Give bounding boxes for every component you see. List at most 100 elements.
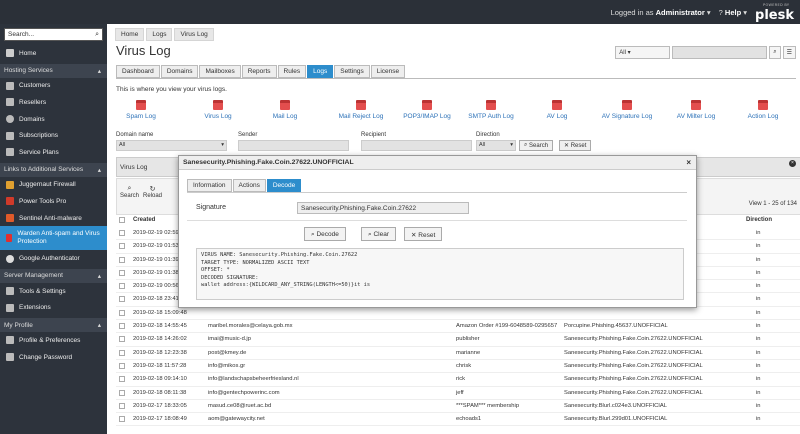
row-checkbox[interactable] <box>119 269 125 276</box>
top-filter-input[interactable] <box>672 46 768 59</box>
sidebar-item-sentinel[interactable]: Sentinel Anti-malware <box>0 210 107 227</box>
user-menu[interactable]: Administrator <box>656 8 705 17</box>
breadcrumb-home[interactable]: Home <box>115 28 145 41</box>
row-checkbox[interactable] <box>119 230 125 236</box>
select-all-checkbox[interactable] <box>119 217 125 223</box>
table-row[interactable]: 2019-02-18 11:57:28 info@mikos.gr chrisk Sa… <box>116 360 800 374</box>
row-direction: in <box>756 309 761 316</box>
clear-button[interactable]: ⌕ Clear <box>361 227 396 241</box>
decode-button[interactable]: ⌕ Decode <box>304 227 346 241</box>
table-row[interactable]: 2019-02-18 08:11:38 info@gentechpowerinc.… <box>116 387 800 400</box>
tab-rules[interactable]: Rules <box>277 65 307 78</box>
sidebar-item-change-password[interactable]: Change Password <box>0 349 107 366</box>
log-link-action[interactable]: Action Log <box>728 100 798 120</box>
sidebar-item-home[interactable]: Home <box>0 45 107 62</box>
sidebar-item-tools-settings[interactable]: Tools & Settings <box>0 283 107 300</box>
tab-logs[interactable]: Logs <box>307 65 334 78</box>
row-checkbox[interactable] <box>119 296 125 303</box>
row-checkbox[interactable] <box>119 416 125 423</box>
grid-search-button[interactable]: ⌕ Search <box>120 185 139 199</box>
filter-search-button[interactable]: ⌕ Search <box>519 140 554 151</box>
filter-reset-button[interactable]: ✕ Reset <box>559 140 592 151</box>
sidebar-item-resellers[interactable]: Resellers <box>0 94 107 111</box>
table-row[interactable]: 2019-02-17 18:33:05 masud.ce08@ruet.ac.bd… <box>116 400 800 414</box>
log-link-av-signature[interactable]: AV Signature Log <box>592 100 662 120</box>
log-link-smtp-auth[interactable]: SMTP Auth Log <box>456 100 526 120</box>
section-additional-services[interactable]: Links to Additional Services ▴ <box>0 162 107 177</box>
log-link-mail[interactable]: Mail Log <box>250 100 320 120</box>
sidebar-item-google-authenticator[interactable]: Google Authenticator <box>0 250 107 267</box>
recipient-label: Recipient <box>361 132 387 138</box>
log-link-mail-reject[interactable]: Mail Reject Log <box>326 100 396 120</box>
col-direction[interactable]: Direction <box>746 217 772 223</box>
sidebar-item-power-tools[interactable]: Power Tools Pro <box>0 193 107 210</box>
row-checkbox[interactable] <box>119 402 125 409</box>
row-checkbox[interactable] <box>119 376 125 383</box>
reset-button[interactable]: ✕ Reset <box>404 227 443 241</box>
direction-select[interactable]: All ▾ <box>476 140 516 151</box>
search-icon[interactable]: ⌕ <box>769 46 781 59</box>
row-checkbox[interactable] <box>119 362 125 369</box>
log-link-av[interactable]: AV Log <box>522 100 592 120</box>
table-row[interactable]: 2019-02-18 12:23:38 post@kmey.de marianne S… <box>116 347 800 360</box>
row-direction: in <box>756 402 761 409</box>
row-checkbox[interactable] <box>119 336 125 343</box>
reset-icon: ✕ <box>411 232 417 239</box>
sidebar-item-warden[interactable]: Warden Anti-spam and Virus Protection <box>0 226 107 251</box>
tab-dashboard[interactable]: Dashboard <box>116 65 160 78</box>
sidebar-item-juggernaut[interactable]: Juggernaut Firewall <box>0 177 107 194</box>
domain-select[interactable]: All ▾ <box>116 140 227 151</box>
breadcrumb-logs[interactable]: Logs <box>146 28 173 41</box>
row-checkbox[interactable] <box>119 283 125 290</box>
sidebar-search-input[interactable]: Search... ⌕ <box>4 28 103 41</box>
sidebar-item-customers[interactable]: Customers <box>0 78 107 95</box>
signature-label: Signature <box>196 204 226 211</box>
log-link-pop3-imap[interactable]: POP3/IMAP Log <box>392 100 462 120</box>
breadcrumb-virus-log[interactable]: Virus Log <box>174 28 214 41</box>
row-created: 2019-02-17 18:08:49 <box>133 416 187 423</box>
table-row[interactable]: 2019-02-17 18:08:49 aom@gatewaycity.net ec… <box>116 413 800 427</box>
row-direction: in <box>756 243 761 250</box>
section-server-management[interactable]: Server Management ▴ <box>0 268 107 283</box>
table-row[interactable]: 2019-02-18 14:55:45 maribel.morales@celay… <box>116 320 800 334</box>
row-checkbox[interactable] <box>119 309 125 316</box>
row-checkbox[interactable] <box>119 389 125 396</box>
tab-information[interactable]: Information <box>187 179 232 192</box>
tab-settings[interactable]: Settings <box>334 65 370 78</box>
signature-field[interactable]: Sanesecurity.Phishing.Fake.Coin.27622 <box>297 202 469 214</box>
tab-domains[interactable]: Domains <box>160 65 199 78</box>
sidebar-item-profile[interactable]: Profile & Preferences <box>0 332 107 349</box>
grid-reload-button[interactable]: ↻ Reload <box>143 185 162 199</box>
tab-decode[interactable]: Decode <box>266 179 302 192</box>
search-icon[interactable]: ⌕ <box>95 31 99 39</box>
sidebar-item-extensions[interactable]: Extensions <box>0 300 107 317</box>
warden-icon <box>6 234 13 243</box>
table-row[interactable]: 2019-02-18 14:26:02 imai@music-d.jp publis… <box>116 333 800 347</box>
row-checkbox[interactable] <box>119 349 125 356</box>
close-circle-icon[interactable]: × <box>789 160 796 167</box>
log-link-av-milter[interactable]: AV Milter Log <box>661 100 731 120</box>
row-checkbox[interactable] <box>119 323 125 330</box>
col-created[interactable]: Created <box>133 217 155 223</box>
list-icon[interactable]: ☰ <box>782 46 796 59</box>
log-link-spam[interactable]: Spam Log <box>106 100 176 120</box>
section-hosting-services[interactable]: Hosting Services ▴ <box>0 63 107 78</box>
help-menu[interactable]: ? Help ▾ <box>719 8 747 17</box>
tab-license[interactable]: License <box>370 65 406 78</box>
tab-actions[interactable]: Actions <box>232 179 266 192</box>
table-row[interactable]: 2019-02-18 09:14:10 info@landschapsbeheer… <box>116 373 800 387</box>
log-link-virus[interactable]: Virus Log <box>183 100 253 120</box>
sender-input[interactable] <box>238 140 349 151</box>
sidebar-item-subscriptions[interactable]: Subscriptions <box>0 127 107 144</box>
sidebar-item-domains[interactable]: Domains <box>0 111 107 128</box>
tab-mailboxes[interactable]: Mailboxes <box>199 65 241 78</box>
table-row[interactable]: 2019-02-18 15:09:48 in <box>116 307 800 321</box>
section-my-profile[interactable]: My Profile ▴ <box>0 318 107 333</box>
top-filter-select[interactable]: All ▾ <box>615 46 671 59</box>
row-checkbox[interactable] <box>119 243 125 250</box>
close-icon[interactable]: × <box>686 158 691 167</box>
sidebar-item-service-plans[interactable]: Service Plans <box>0 144 107 161</box>
row-checkbox[interactable] <box>119 256 125 263</box>
recipient-input[interactable] <box>361 140 472 151</box>
tab-reports[interactable]: Reports <box>241 65 277 78</box>
